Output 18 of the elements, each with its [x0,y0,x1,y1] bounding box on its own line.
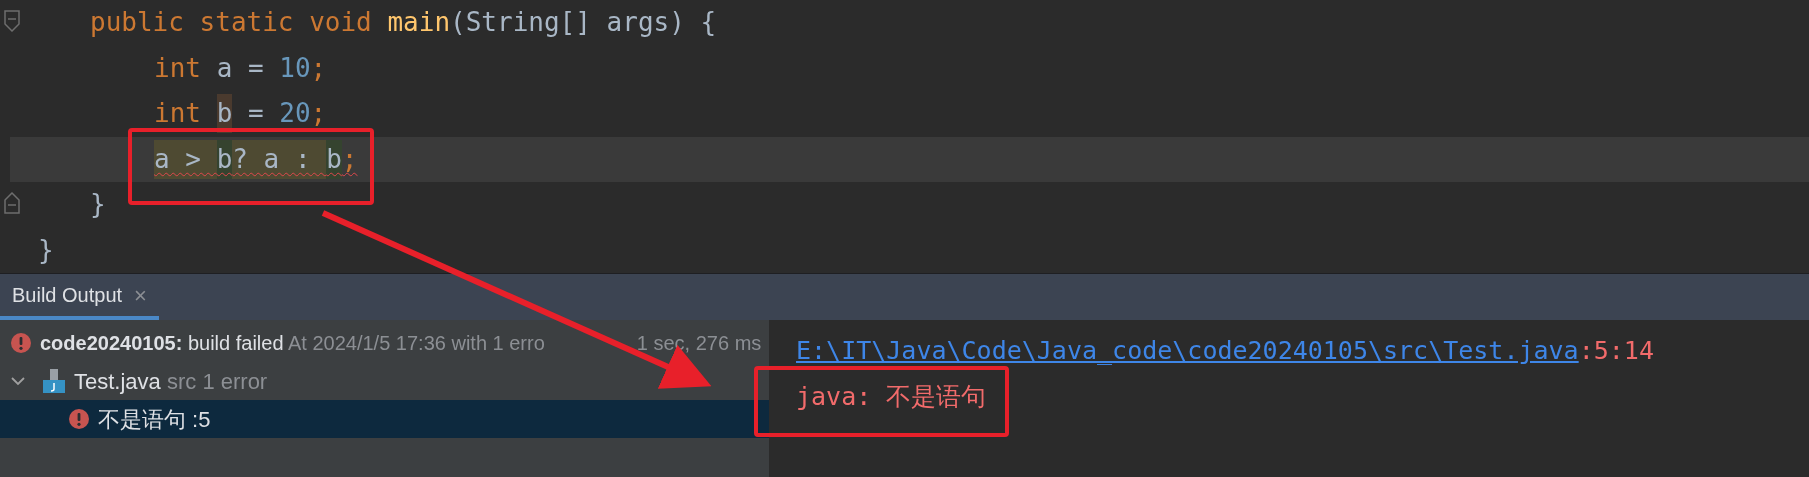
code-line: } [38,233,54,267]
code-line: int b = 20; [154,94,327,134]
fold-icon[interactable] [4,10,20,32]
fold-icon[interactable] [4,192,20,214]
code-line: public static void main(String[] args) { [90,6,717,40]
code-line: a > b? a : b; [154,139,358,179]
console-line: E:\IT\Java\Code\Java_code\code20240105\src\Test.java:5:14 [796,335,1654,368]
error-icon [10,332,32,354]
code-line: int a = 10; [154,51,327,85]
error-message: 不是语句 :5 [98,405,211,434]
build-status: code20240105: build failed At 2024/1/5 17:36 with 1 erro [40,331,545,356]
tree-row[interactable]: Test.java src 1 error [0,362,769,400]
console-line: java: 不是语句 [796,381,987,414]
java-file-icon [42,368,66,394]
file-name: Test.java src 1 error [74,367,268,396]
code-line: } [90,188,106,222]
tree-row[interactable]: 不是语句 :5 [0,400,769,438]
error-icon [68,408,90,430]
